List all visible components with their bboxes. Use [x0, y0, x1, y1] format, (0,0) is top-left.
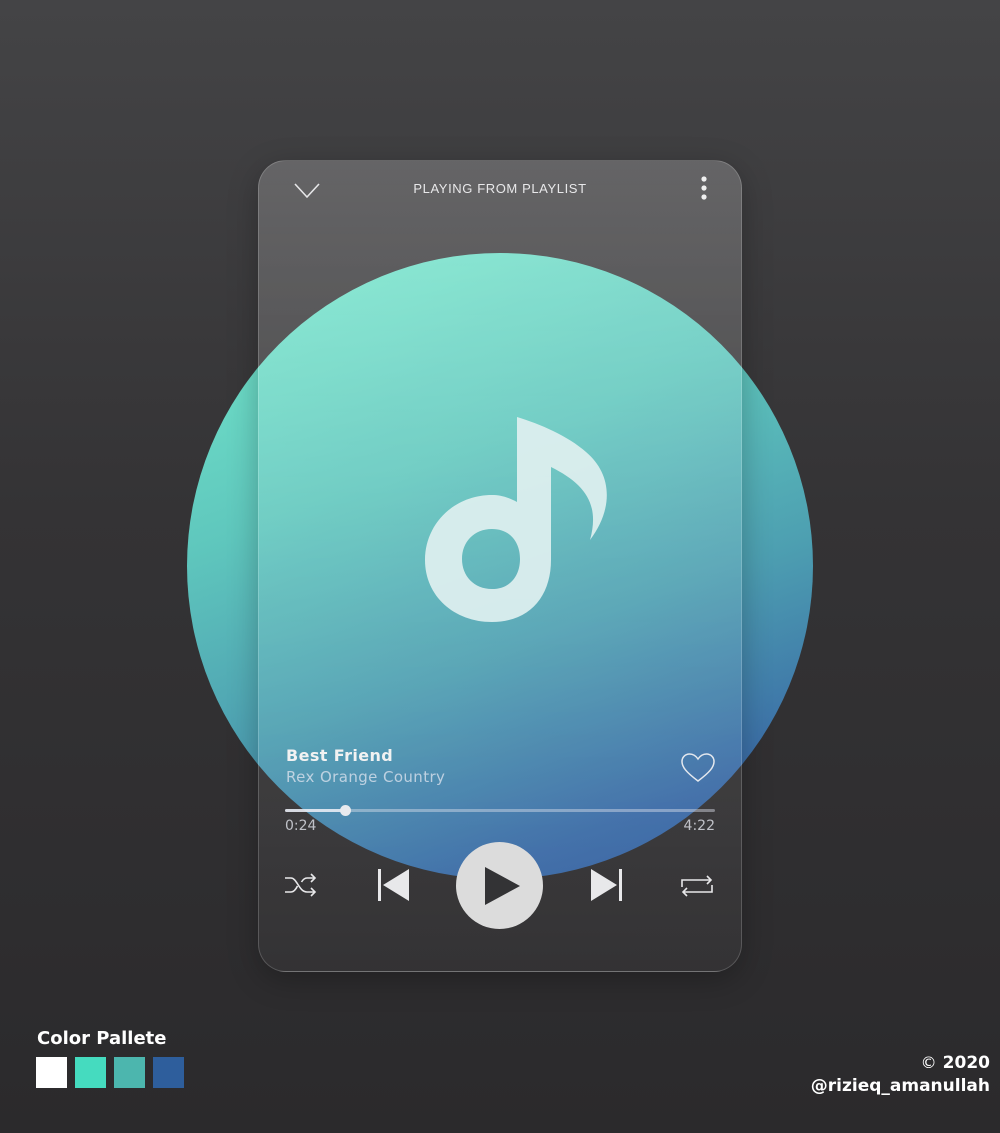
color-swatch-4: [153, 1057, 184, 1088]
credit: © 2020 @rizieq_amanullah: [811, 1051, 990, 1098]
color-swatch-1: [36, 1057, 67, 1088]
credit-handle: @rizieq_amanullah: [810, 1076, 990, 1096]
skip-next-icon[interactable]: [590, 868, 624, 902]
copyright-symbol: ©: [920, 1053, 937, 1072]
header-title: PLAYING FROM PLAYLIST: [413, 181, 587, 196]
credit-year: 2020: [942, 1053, 990, 1073]
shuffle-icon[interactable]: [283, 872, 319, 898]
skip-previous-icon[interactable]: [376, 868, 410, 902]
color-swatch-2: [75, 1057, 106, 1088]
play-button[interactable]: [456, 842, 543, 929]
progress-fill: [285, 809, 346, 812]
more-vertical-icon[interactable]: [696, 174, 712, 204]
heart-icon[interactable]: [680, 752, 716, 784]
progress-bar[interactable]: [285, 805, 715, 816]
track-artist: Rex Orange Country: [286, 768, 446, 786]
music-note-icon: [425, 417, 607, 622]
repeat-icon[interactable]: [678, 872, 716, 900]
elapsed-time: 0:24: [285, 818, 317, 834]
credit-year-line: © 2020: [811, 1051, 990, 1075]
track-title: Best Friend: [286, 746, 394, 765]
palette-title: Color Pallete: [37, 1028, 167, 1049]
total-time: 4:22: [683, 818, 715, 834]
play-icon: [485, 867, 520, 905]
color-swatch-3: [114, 1057, 145, 1088]
color-palette: [36, 1057, 184, 1088]
